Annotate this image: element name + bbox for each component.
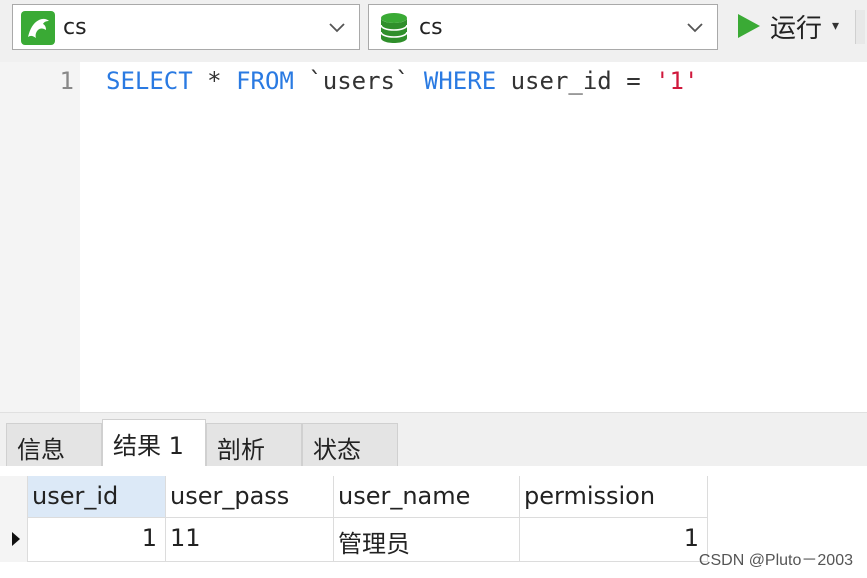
- token-condition: user_id =: [496, 67, 656, 95]
- table-cell[interactable]: 管理员: [334, 518, 520, 562]
- line-number-gutter: 1: [0, 62, 80, 412]
- run-button[interactable]: 运行 ▾: [736, 6, 839, 46]
- tab-info[interactable]: 信息: [6, 423, 102, 467]
- tab-result-1[interactable]: 结果 1: [102, 419, 206, 467]
- table-cell[interactable]: 1: [520, 518, 708, 562]
- sql-editor[interactable]: 1 SELECT * FROM `users` WHERE user_id = …: [0, 62, 867, 412]
- table-cell[interactable]: 1: [28, 518, 166, 562]
- token-star: *: [192, 67, 237, 95]
- table-cell[interactable]: 11: [166, 518, 334, 562]
- column-header-user-name[interactable]: user_name: [334, 476, 520, 518]
- grid-corner: [0, 476, 28, 518]
- column-header-user-id[interactable]: user_id: [28, 476, 166, 518]
- chevron-down-icon[interactable]: [327, 17, 347, 37]
- code-line[interactable]: SELECT * FROM `users` WHERE user_id = '1…: [106, 67, 698, 95]
- keyword-where: WHERE: [423, 67, 497, 95]
- toolbar: cs cs 运行 ▾: [0, 0, 867, 62]
- database-name: cs: [419, 15, 443, 40]
- watermark: CSDN @Pluto－2003: [698, 552, 853, 569]
- string-literal: '1': [655, 67, 699, 95]
- current-row-arrow-icon: [12, 532, 20, 546]
- connection-select[interactable]: cs: [12, 4, 360, 50]
- database-icon: [380, 13, 408, 43]
- column-header-user-pass[interactable]: user_pass: [166, 476, 334, 518]
- tab-status[interactable]: 状态: [302, 423, 398, 467]
- run-label: 运行: [770, 13, 823, 44]
- keyword-select: SELECT: [106, 67, 193, 95]
- row-indicator[interactable]: [0, 518, 28, 562]
- keyword-from: FROM: [236, 67, 294, 95]
- run-dropdown-caret[interactable]: ▾: [832, 18, 839, 34]
- result-tabbar: 信息 结果 1 剖析 状态: [0, 412, 867, 467]
- result-grid: user_id user_pass user_name permission 1…: [0, 466, 867, 578]
- connection-name: cs: [63, 15, 87, 40]
- token-table: `users`: [293, 67, 424, 95]
- chevron-down-icon[interactable]: [685, 17, 705, 37]
- toolbar-edge: [855, 10, 865, 44]
- line-number: 1: [59, 67, 74, 95]
- column-header-permission[interactable]: permission: [520, 476, 708, 518]
- play-icon: [738, 14, 760, 38]
- database-select[interactable]: cs: [368, 4, 718, 50]
- tab-profile[interactable]: 剖析: [206, 423, 302, 467]
- mysql-dolphin-icon: [21, 11, 55, 45]
